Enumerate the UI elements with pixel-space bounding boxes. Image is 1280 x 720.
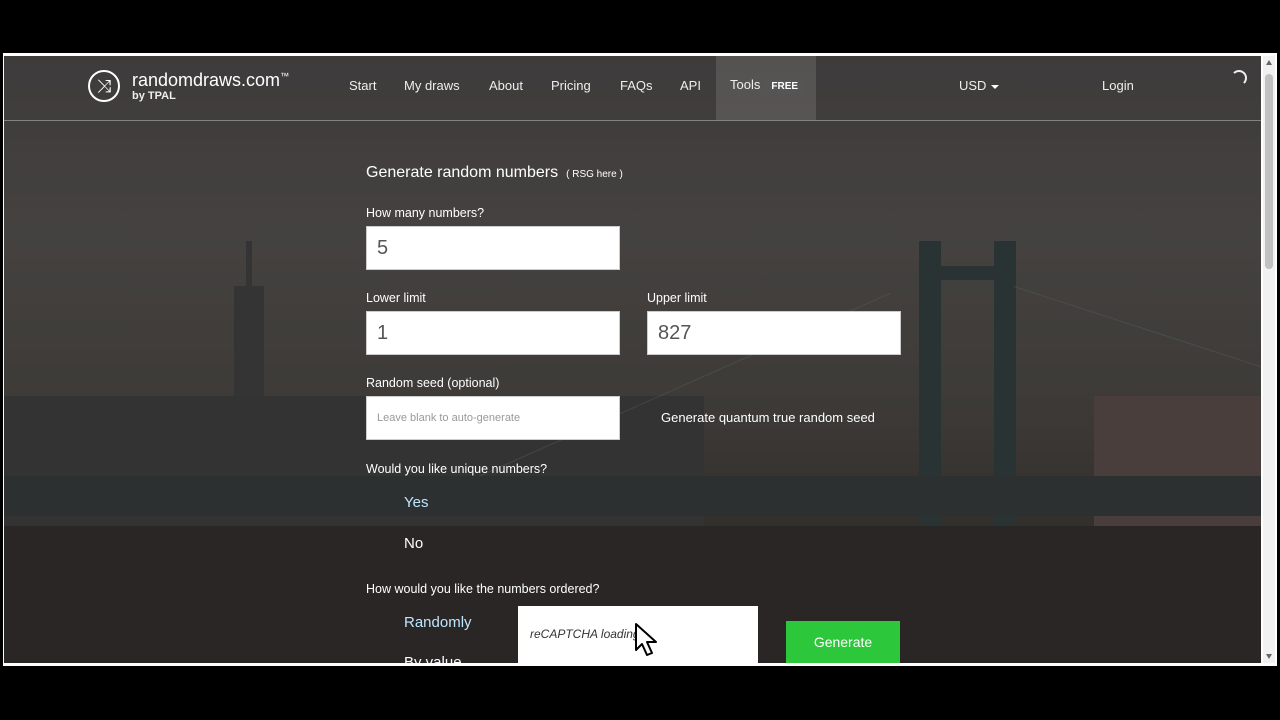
order-by-value-option[interactable]: By value [404,654,462,663]
lower-limit-input[interactable] [366,311,620,355]
unique-question: Would you like unique numbers? [366,462,548,476]
navbar: ⤨ randomdraws.com™ by TPAL Start My draw… [4,56,1261,121]
nav-tools[interactable]: Tools FREE [716,56,816,120]
scroll-up-icon[interactable] [1266,60,1272,65]
form-title: Generate random numbers( RSG here ) [366,164,623,181]
unique-yes-option[interactable]: Yes [404,494,428,511]
browser-window: ⤨ randomdraws.com™ by TPAL Start My draw… [3,53,1277,666]
login-link[interactable]: Login [1102,78,1134,93]
order-question: How would you like the numbers ordered? [366,582,600,596]
shuffle-icon[interactable]: ⤨ [88,70,120,102]
nav-my-draws[interactable]: My draws [404,78,460,93]
generate-button[interactable]: Generate [786,621,900,663]
logo-text[interactable]: randomdraws.com™ [132,70,289,91]
upper-limit-label: Upper limit [647,291,707,305]
mouse-cursor-icon [635,623,657,656]
seed-input[interactable] [366,396,620,440]
how-many-label: How many numbers? [366,206,485,220]
scroll-down-icon[interactable] [1266,654,1272,659]
caret-down-icon [991,84,1000,89]
lower-limit-label: Lower limit [366,291,426,305]
rsg-link[interactable]: ( RSG here ) [566,169,623,180]
nav-tools-label: Tools [730,77,761,92]
order-randomly-option[interactable]: Randomly [404,614,472,631]
currency-label: USD [959,78,987,93]
dark-overlay [4,56,1261,663]
recaptcha-loading-text: reCAPTCHA loading... [530,627,650,641]
nav-api[interactable]: API [680,78,701,93]
nav-about[interactable]: About [489,78,523,93]
scrollbar[interactable] [1263,56,1275,663]
nav-faqs[interactable]: FAQs [620,78,653,93]
upper-limit-input[interactable] [647,311,901,355]
free-badge: FREE [766,79,804,94]
unique-no-option[interactable]: No [404,535,423,552]
quantum-seed-link[interactable]: Generate quantum true random seed [661,410,875,425]
logo-subtitle: by TPAL [132,90,176,102]
recaptcha-box[interactable]: reCAPTCHA loading... [518,606,758,663]
nav-pricing[interactable]: Pricing [551,78,591,93]
nav-start[interactable]: Start [349,78,376,93]
seed-label: Random seed (optional) [366,376,500,390]
scroll-thumb[interactable] [1265,74,1273,269]
loading-spinner-icon [1231,70,1247,86]
how-many-input[interactable] [366,226,620,270]
page-background: ⤨ randomdraws.com™ by TPAL Start My draw… [4,56,1261,663]
currency-dropdown[interactable]: USD [959,78,1000,93]
